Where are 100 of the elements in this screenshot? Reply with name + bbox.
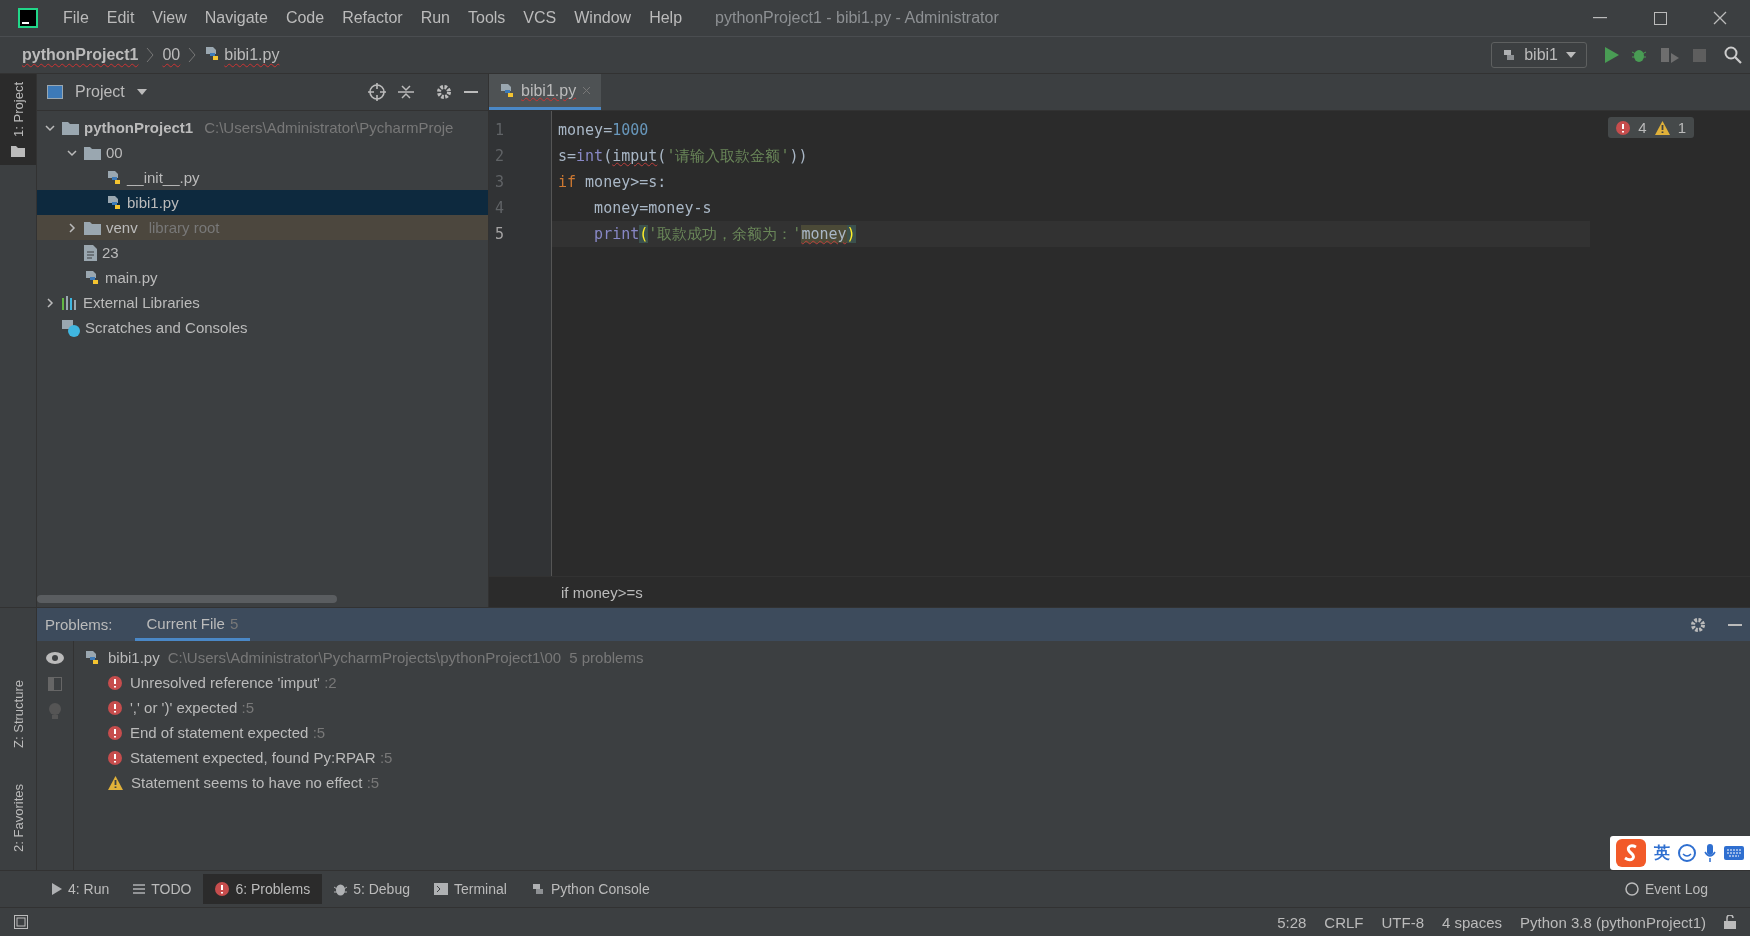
python-file-icon [84,269,100,286]
side-tab[interactable]: Z: Structure [0,672,36,757]
warning-icon [108,775,123,790]
bug-icon [334,882,348,896]
event-log-button[interactable]: Event Log [1612,874,1720,904]
error-icon [215,882,230,896]
breadcrumb[interactable]: bibi1.py [224,46,280,64]
menu-item[interactable]: File [54,9,98,27]
breadcrumb[interactable]: pythonProject1 [22,46,139,64]
tree-item[interactable]: Scratches and Consoles [37,315,488,340]
minimize-icon[interactable] [1728,623,1742,626]
error-icon [108,725,122,740]
eye-icon[interactable] [45,651,65,665]
problem-item[interactable]: Statement expected, found Py:RPAR :5 [84,745,1740,770]
tree-item-hint: library root [148,219,220,236]
crosshair-icon[interactable] [368,83,386,101]
menu-item[interactable]: Refactor [333,9,412,27]
menu-item[interactable]: Edit [97,9,144,27]
tool-window-button[interactable]: 4: Run [40,874,122,904]
menu-item[interactable]: Code [276,9,334,27]
status-item[interactable]: UTF-8 [1381,913,1424,931]
status-item[interactable]: Python 3.8 (pythonProject1) [1520,913,1706,931]
code-line: money=1000 [557,120,650,141]
menu-item[interactable]: Window [565,9,641,27]
tree-item[interactable]: __init__.py [37,165,488,190]
scrollbar[interactable] [37,595,337,603]
problem-item[interactable]: Statement seems to have no effect :5 [84,770,1740,795]
settings-icon[interactable] [1690,616,1706,633]
tree-item[interactable]: External Libraries [37,290,488,315]
collapse-all-icon[interactable] [398,84,414,100]
menu-item[interactable]: Help [640,9,692,27]
run-icon[interactable] [1605,47,1619,63]
tree-item[interactable]: venv library root [37,215,488,240]
breadcrumb[interactable]: 00 [162,46,181,64]
tool-window-button[interactable]: TODO [121,874,204,904]
menu-item[interactable]: Navigate [195,9,277,27]
keyboard-icon [1724,846,1744,860]
run-config-dropdown[interactable]: bibi1 [1491,42,1587,68]
panel-title[interactable]: Project [75,83,125,101]
folder-icon [84,220,101,235]
inspection-widget[interactable]: 4 1 [1608,117,1694,138]
caret-icon[interactable] [136,89,147,95]
ime-toolbar[interactable]: 英 [1610,836,1750,870]
error-icon [108,675,122,690]
problem-file-row[interactable]: bibi1.py C:\Users\Administrator\PycharmProjects\pythonProject1\00 5 problems [84,645,1740,670]
tree-item[interactable]: bibi1.py [37,190,488,215]
caret-icon [1566,52,1576,58]
menu-item[interactable]: Tools [459,9,515,27]
ime-logo-icon [1616,839,1646,867]
tree-item[interactable]: 23 [37,240,488,265]
error-icon [1616,120,1631,135]
tool-window-button[interactable]: Python Console [518,874,662,904]
panel-title: Problems: [45,616,113,633]
search-icon[interactable] [1724,46,1742,64]
side-tab[interactable]: 2: Favorites [0,776,36,860]
settings-icon[interactable] [436,84,452,100]
project-window-icon [47,85,63,99]
python-file-icon [106,194,122,211]
folder-icon [84,145,101,160]
smiley-icon [1678,844,1696,862]
tool-window-button[interactable]: Terminal [422,874,519,904]
menu-item[interactable]: Run [411,9,459,27]
tool-window-button[interactable]: 5: Debug [322,874,422,904]
python-icon [1502,48,1517,62]
python-file-icon [106,169,122,186]
separator-icon [188,47,197,63]
problems-tab[interactable]: Current File 5 [134,608,251,641]
separator-icon [146,47,155,63]
status-item[interactable]: CRLF [1324,913,1364,931]
close-icon [582,86,592,95]
tree-item[interactable]: 00 [37,140,488,165]
error-icon [108,700,122,715]
side-tab[interactable]: 1: Project [0,74,36,165]
app-logo-icon [18,8,38,28]
problem-item[interactable]: Unresolved reference 'imput' :2 [84,670,1740,695]
problem-item[interactable]: ',' or ')' expected :5 [84,695,1740,720]
chevron-right-icon[interactable] [66,221,78,234]
maximize-icon [1653,11,1667,25]
problem-item[interactable]: End of statement expected :5 [84,720,1740,745]
code-line: s=int(imput('请输入取款金额')) [557,146,809,167]
file-tab[interactable]: bibi1.py [489,74,602,110]
menu-item[interactable]: View [143,9,196,27]
panel-toggle-icon[interactable] [14,915,28,929]
lock-icon[interactable] [1724,915,1736,929]
microphone-icon [1704,844,1716,862]
code-line: money=money-s [593,198,713,219]
status-item[interactable]: 4 spaces [1442,913,1503,931]
tree-item[interactable]: pythonProject1 C:\Users\Administrator\PycharmProje [37,115,488,140]
play-icon [52,883,62,895]
tree-item[interactable]: main.py [37,265,488,290]
python-file-icon [84,649,100,666]
menu-item[interactable]: VCS [514,9,566,27]
scratches-icon [62,318,80,337]
bug-icon[interactable] [1631,47,1647,63]
python-file-icon [499,82,515,99]
close-icon [1713,11,1727,25]
status-item[interactable]: 5:28 [1277,913,1307,931]
speech-bubble-icon [1624,882,1639,896]
chevron-right-icon[interactable] [44,296,56,309]
tool-window-button[interactable]: 6: Problems [203,874,323,904]
